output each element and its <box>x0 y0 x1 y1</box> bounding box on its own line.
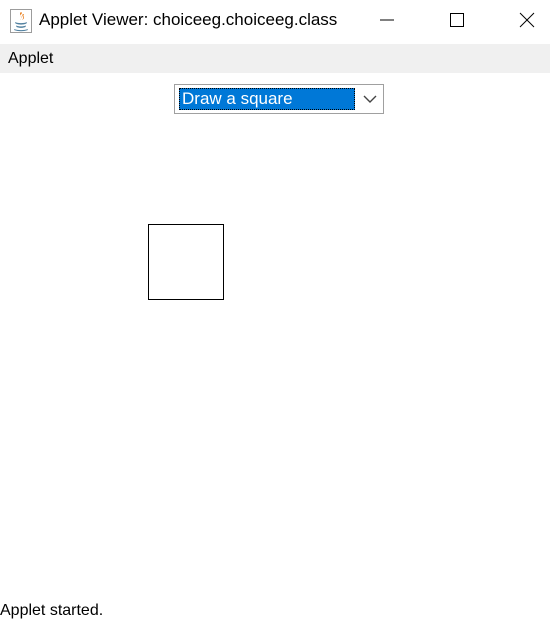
menu-bar: Applet <box>0 44 550 73</box>
maximize-icon <box>449 12 465 33</box>
drawn-square <box>148 224 224 300</box>
shape-choice-dropdown[interactable]: Draw a square <box>174 84 384 114</box>
close-icon <box>519 12 535 33</box>
minimize-icon <box>379 12 395 33</box>
menu-applet[interactable]: Applet <box>8 50 53 68</box>
minimize-button[interactable] <box>364 0 410 44</box>
close-button[interactable] <box>504 0 550 44</box>
chevron-down-icon[interactable] <box>361 91 379 107</box>
java-icon <box>10 9 32 33</box>
applet-panel: Draw a square <box>0 73 550 598</box>
status-text: Applet started. <box>0 602 104 619</box>
window-title: Applet Viewer: choiceeg.choiceeg.class <box>39 10 338 29</box>
title-bar: Applet Viewer: choiceeg.choiceeg.class <box>0 0 550 44</box>
maximize-button[interactable] <box>434 0 480 44</box>
choice-selected-value: Draw a square <box>179 88 355 110</box>
applet-viewer-window: Applet Viewer: choiceeg.choiceeg.class A… <box>0 0 550 621</box>
